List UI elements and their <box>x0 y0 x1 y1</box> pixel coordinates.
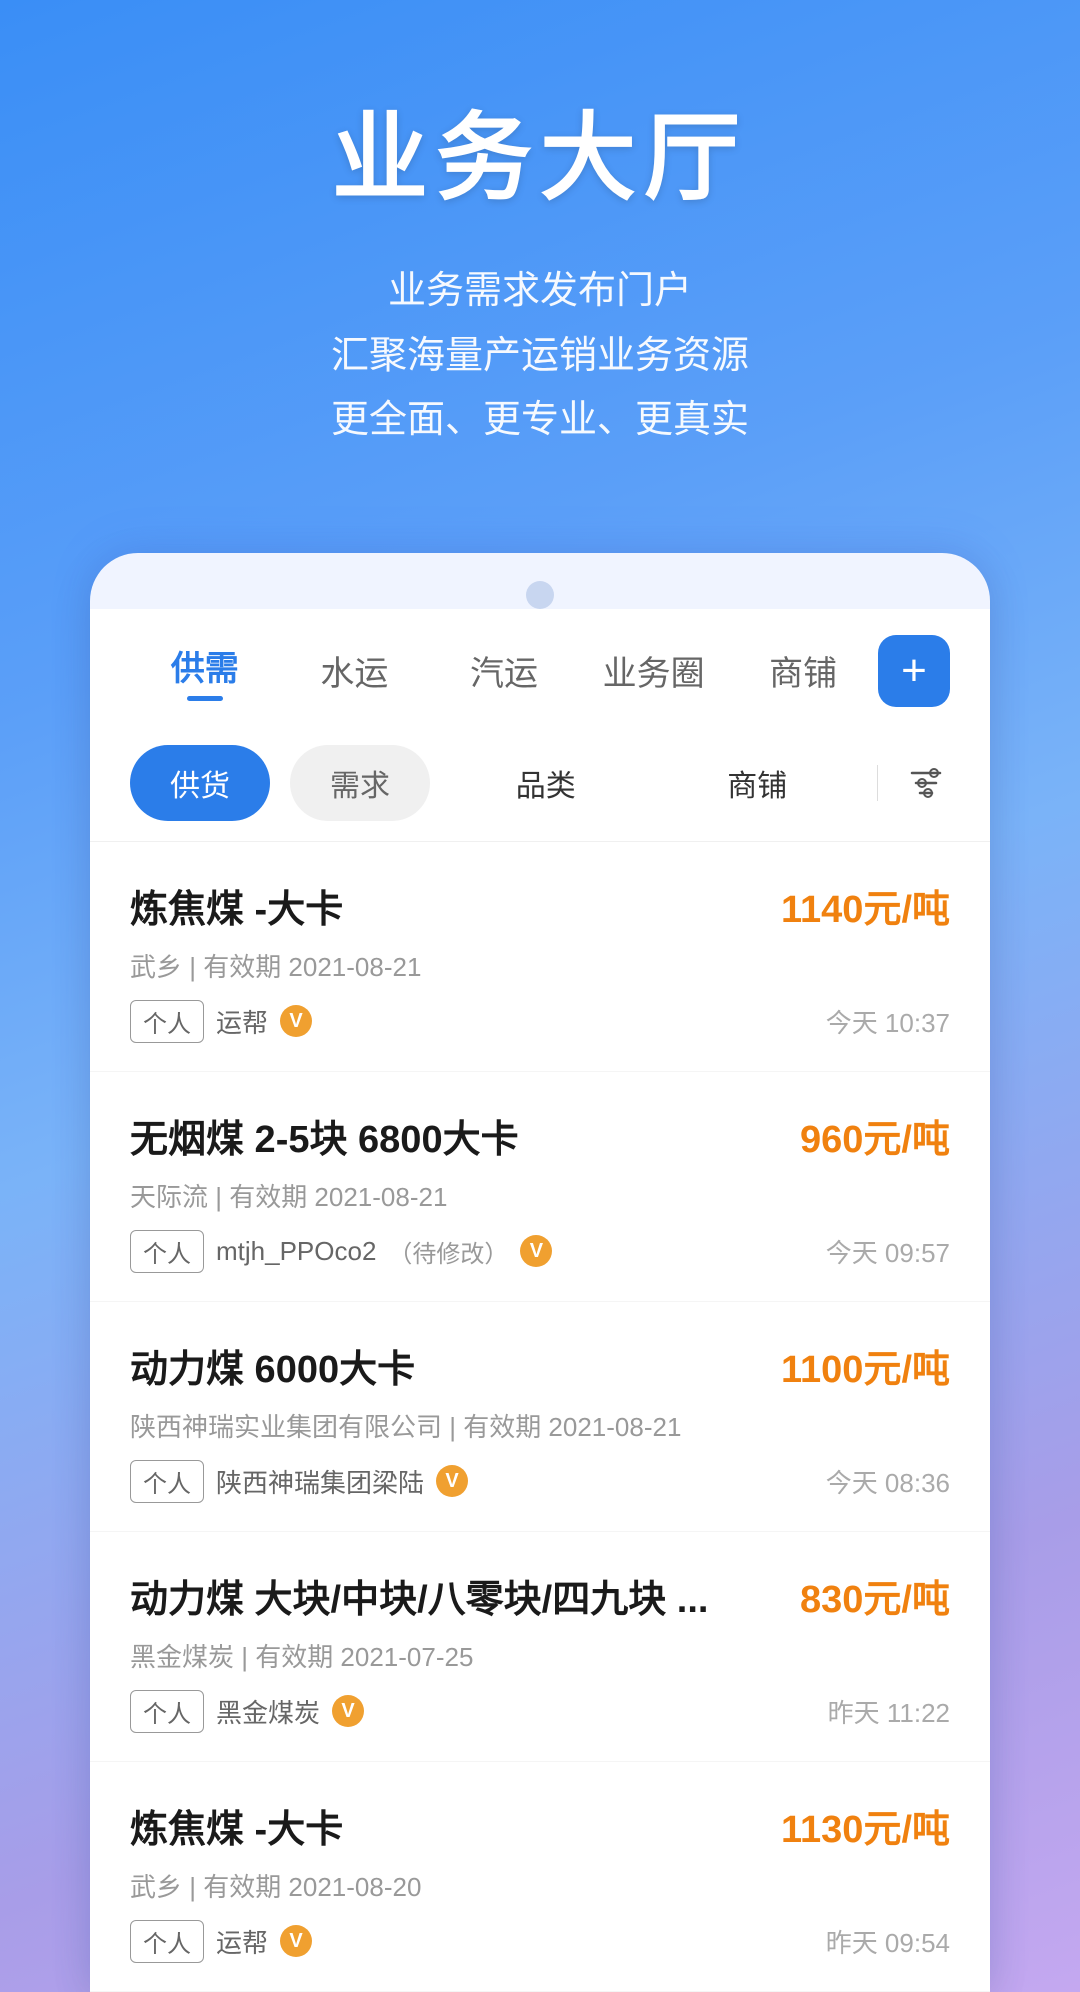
item-name: 运帮 <box>216 1003 268 1040</box>
item-tags: 个人 运帮 V <box>130 1000 312 1043</box>
item-name: 陕西神瑞集团梁陆 <box>216 1463 424 1500</box>
item-meta: 黑金煤炭 | 有效期 2021-07-25 <box>130 1637 950 1674</box>
tag-personal: 个人 <box>130 1230 204 1273</box>
list-item[interactable]: 炼焦煤 -大卡 1130元/吨 武乡 | 有效期 2021-08-20 个人 运… <box>90 1762 990 1992</box>
list-item[interactable]: 动力煤 大块/中块/八零块/四九块 ... 830元/吨 黑金煤炭 | 有效期 … <box>90 1532 990 1762</box>
item-tags: 个人 陕西神瑞集团梁陆 V <box>130 1460 468 1503</box>
list-container: 炼焦煤 -大卡 1140元/吨 武乡 | 有效期 2021-08-21 个人 运… <box>90 842 990 1992</box>
item-tags: 个人 黑金煤炭 V <box>130 1690 364 1733</box>
item-footer: 个人 mtjh_PPOco2 （待修改） V 今天 09:57 <box>130 1230 950 1273</box>
item-title: 无烟煤 2-5块 6800大卡 <box>130 1108 519 1163</box>
tab-supply[interactable]: 供需 <box>130 633 280 709</box>
filter-demand-btn[interactable]: 需求 <box>290 745 430 821</box>
tag-personal: 个人 <box>130 1460 204 1503</box>
subtitle-line2: 汇聚海量产运销业务资源 <box>60 324 1020 389</box>
add-button[interactable]: + <box>878 635 950 707</box>
item-price: 1130元/吨 <box>781 1798 950 1853</box>
item-meta: 武乡 | 有效期 2021-08-20 <box>130 1867 950 1904</box>
item-footer: 个人 黑金煤炭 V 昨天 11:22 <box>130 1690 950 1733</box>
item-footer: 个人 运帮 V 今天 10:37 <box>130 1000 950 1043</box>
tab-shop[interactable]: 商铺 <box>728 638 878 703</box>
page-title: 业务大厅 <box>60 80 1020 219</box>
item-meta: 武乡 | 有效期 2021-08-21 <box>130 947 950 984</box>
tag-personal: 个人 <box>130 1920 204 1963</box>
item-footer: 个人 运帮 V 昨天 09:54 <box>130 1920 950 1963</box>
item-footer: 个人 陕西神瑞集团梁陆 V 今天 08:36 <box>130 1460 950 1503</box>
subtitle-line3: 更全面、更专业、更真实 <box>60 388 1020 453</box>
v-badge: V <box>332 1695 364 1727</box>
item-tags: 个人 运帮 V <box>130 1920 312 1963</box>
filter-supply-btn[interactable]: 供货 <box>130 745 270 821</box>
item-meta: 天际流 | 有效期 2021-08-21 <box>130 1177 950 1214</box>
header-section: 业务大厅 业务需求发布门户 汇聚海量产运销业务资源 更全面、更专业、更真实 <box>0 0 1080 513</box>
item-name: 黑金煤炭 <box>216 1693 320 1730</box>
item-price: 1100元/吨 <box>781 1338 950 1393</box>
list-item[interactable]: 无烟煤 2-5块 6800大卡 960元/吨 天际流 | 有效期 2021-08… <box>90 1072 990 1302</box>
v-badge: V <box>280 1925 312 1957</box>
tab-circle[interactable]: 业务圈 <box>579 638 729 703</box>
item-title: 炼焦煤 -大卡 <box>130 878 343 933</box>
tab-water[interactable]: 水运 <box>280 638 430 703</box>
camera-dot <box>526 581 554 609</box>
list-item[interactable]: 动力煤 6000大卡 1100元/吨 陕西神瑞实业集团有限公司 | 有效期 20… <box>90 1302 990 1532</box>
tab-bar: 供需 水运 汽运 业务圈 商铺 + <box>90 609 990 725</box>
tab-truck[interactable]: 汽运 <box>429 638 579 703</box>
tag-personal: 个人 <box>130 1690 204 1733</box>
item-title: 动力煤 大块/中块/八零块/四九块 ... <box>130 1568 708 1623</box>
item-time: 今天 10:37 <box>826 1003 950 1040</box>
header-subtitle: 业务需求发布门户 汇聚海量产运销业务资源 更全面、更专业、更真实 <box>60 259 1020 453</box>
filter-shop-text[interactable]: 商铺 <box>662 761 854 805</box>
filter-bar: 供货 需求 品类 商铺 <box>90 725 990 842</box>
item-time: 昨天 11:22 <box>828 1693 950 1730</box>
subtitle-line1: 业务需求发布门户 <box>60 259 1020 324</box>
item-name: 运帮 <box>216 1923 268 1960</box>
item-time: 今天 09:57 <box>826 1233 950 1270</box>
item-tags: 个人 mtjh_PPOco2 （待修改） V <box>130 1230 552 1273</box>
item-price: 1140元/吨 <box>781 878 950 933</box>
item-meta: 陕西神瑞实业集团有限公司 | 有效期 2021-08-21 <box>130 1407 950 1444</box>
item-price: 830元/吨 <box>800 1568 950 1623</box>
v-badge: V <box>280 1005 312 1037</box>
phone-mockup: 供需 水运 汽运 业务圈 商铺 + 供货 需求 品类 商铺 <box>90 553 990 1992</box>
item-name: mtjh_PPOco2 <box>216 1236 376 1267</box>
item-title: 炼焦煤 -大卡 <box>130 1798 343 1853</box>
item-time: 今天 08:36 <box>826 1463 950 1500</box>
item-price: 960元/吨 <box>800 1108 950 1163</box>
v-badge: V <box>520 1235 552 1267</box>
tag-personal: 个人 <box>130 1000 204 1043</box>
pending-label: （待修改） <box>388 1234 508 1269</box>
item-title: 动力煤 6000大卡 <box>130 1338 415 1393</box>
filter-divider <box>877 765 878 801</box>
item-time: 昨天 09:54 <box>826 1923 950 1960</box>
filter-category-text[interactable]: 品类 <box>450 761 642 805</box>
v-badge: V <box>436 1465 468 1497</box>
list-item[interactable]: 炼焦煤 -大卡 1140元/吨 武乡 | 有效期 2021-08-21 个人 运… <box>90 842 990 1072</box>
filter-icon[interactable] <box>902 759 950 807</box>
